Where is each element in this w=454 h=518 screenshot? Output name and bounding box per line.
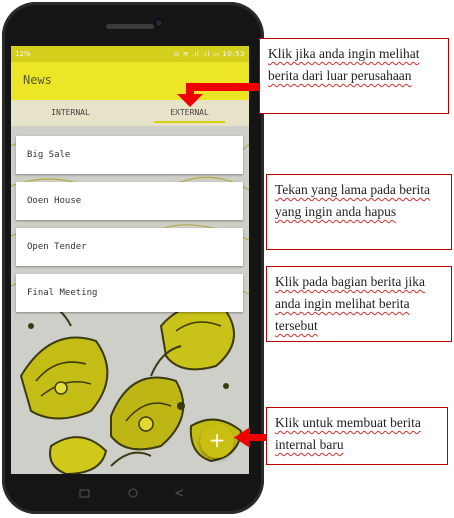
news-item-title: Big Sale — [27, 150, 71, 160]
callout-create-news: Klik untuk membuat berita internal baru — [266, 407, 448, 465]
plus-icon: + — [208, 428, 226, 452]
back-icon — [174, 489, 184, 497]
recents-icon — [79, 489, 90, 498]
status-bar: 12% ⊙ ≋ .ıl .ıl ▭ 10:53 — [11, 46, 249, 62]
tab-external[interactable]: EXTERNAL — [130, 100, 249, 126]
news-item[interactable]: Open Tender — [16, 228, 243, 266]
home-icon — [128, 488, 138, 498]
news-item[interactable]: Ooen House — [16, 182, 243, 220]
tab-internal-label: INTERNAL — [51, 108, 90, 117]
news-item-title: Open Tender — [27, 242, 87, 252]
tab-bar: INTERNAL EXTERNAL — [11, 100, 249, 126]
nav-buttons — [79, 488, 184, 498]
news-item-title: Final Meeting — [27, 288, 98, 298]
phone-screen: 12% ⊙ ≋ .ıl .ıl ▭ 10:53 News INTERNAL EX… — [11, 46, 249, 474]
battery-percent: 12% — [15, 50, 31, 58]
phone-frame: 12% ⊙ ≋ .ıl .ıl ▭ 10:53 News INTERNAL EX… — [2, 2, 264, 514]
callout-open-news-text: Klik pada bagian berita jika anda ingin … — [275, 274, 425, 333]
callout-external-tab-text: Klik jika anda ingin melihat berita dari… — [268, 46, 420, 83]
add-news-button[interactable]: + — [200, 424, 234, 458]
callout-create-news-text: Klik untuk membuat berita internal baru — [275, 415, 421, 452]
callout-long-press-delete: Tekan yang lama pada berita yang ingin a… — [266, 174, 452, 250]
tab-external-label: EXTERNAL — [170, 108, 209, 117]
callout-external-tab: Klik jika anda ingin melihat berita dari… — [259, 38, 449, 114]
front-camera — [154, 18, 164, 28]
callout-long-press-delete-text: Tekan yang lama pada berita yang ingin a… — [275, 182, 430, 219]
tab-internal[interactable]: INTERNAL — [11, 100, 130, 126]
app-bar: News — [11, 62, 249, 100]
speaker-grille — [106, 24, 154, 29]
page-title: News — [23, 73, 52, 87]
news-item[interactable]: Big Sale — [16, 136, 243, 174]
active-tab-indicator — [154, 121, 225, 123]
status-icons: ⊙ ≋ .ıl .ıl ▭ 10:53 — [173, 50, 245, 58]
news-item-title: Ooen House — [27, 196, 82, 206]
callout-open-news: Klik pada bagian berita jika anda ingin … — [266, 266, 452, 342]
news-item[interactable]: Final Meeting — [16, 274, 243, 312]
